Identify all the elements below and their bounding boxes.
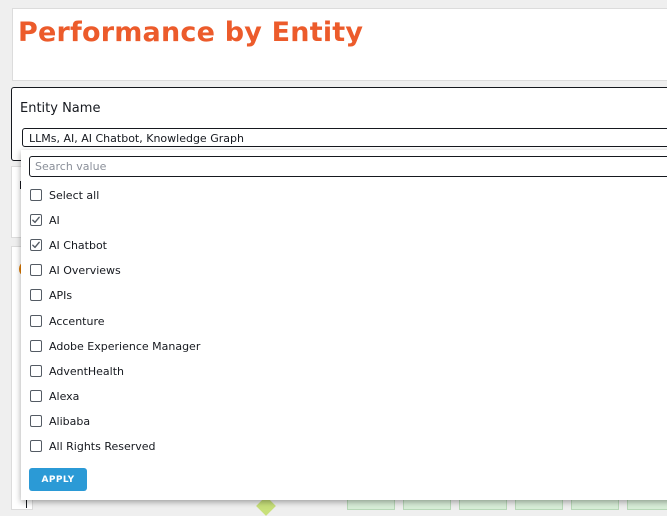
checkbox[interactable] xyxy=(30,315,42,327)
option-label: Alibaba xyxy=(49,414,91,428)
checkbox[interactable] xyxy=(30,340,42,352)
option-alibaba[interactable]: Alibaba xyxy=(30,412,90,430)
option-label: Select all xyxy=(49,188,100,202)
option-select-all[interactable]: Select all xyxy=(30,186,99,204)
checkmark-icon xyxy=(32,216,40,224)
option-label: APIs xyxy=(49,288,73,302)
option-alexa[interactable]: Alexa xyxy=(30,387,79,405)
entity-select[interactable]: LLMs, AI, AI Chatbot, Knowledge Graph xyxy=(22,128,667,147)
option-label: Adobe Experience Manager xyxy=(49,339,201,353)
apply-button[interactable]: APPLY xyxy=(29,468,87,491)
option-ai-chatbot[interactable]: AI Chatbot xyxy=(30,236,107,254)
option-ai[interactable]: AI xyxy=(30,211,60,229)
checkbox[interactable] xyxy=(30,289,42,301)
option-adobe-experience-manager[interactable]: Adobe Experience Manager xyxy=(30,337,200,355)
title-card: Performance by Entity xyxy=(12,8,667,81)
checkbox[interactable] xyxy=(30,440,42,452)
checkbox[interactable] xyxy=(30,264,42,276)
option-label: AI Overviews xyxy=(49,263,121,277)
entity-dropdown-menu: Select all AI AI Chatbot AI Overviews AP… xyxy=(21,150,667,500)
option-label: AI xyxy=(49,213,60,227)
option-ai-overviews[interactable]: AI Overviews xyxy=(30,261,121,279)
checkbox[interactable] xyxy=(30,415,42,427)
option-apis[interactable]: APIs xyxy=(30,286,72,304)
option-label: Alexa xyxy=(49,389,80,403)
option-label: AI Chatbot xyxy=(49,238,107,252)
checkbox[interactable] xyxy=(30,214,42,226)
search-input[interactable] xyxy=(29,156,667,177)
option-label: AdventHealth xyxy=(49,364,124,378)
page-title: Performance by Entity xyxy=(18,17,364,48)
checkbox[interactable] xyxy=(30,239,42,251)
option-label: All Rights Reserved xyxy=(49,439,156,453)
option-adventhealth[interactable]: AdventHealth xyxy=(30,362,124,380)
option-accenture[interactable]: Accenture xyxy=(30,312,105,330)
option-all-rights-reserved[interactable]: All Rights Reserved xyxy=(30,437,156,455)
checkbox[interactable] xyxy=(30,365,42,377)
filter-label: Entity Name xyxy=(20,101,101,116)
checkbox[interactable] xyxy=(30,189,42,201)
checkbox[interactable] xyxy=(30,390,42,402)
option-label: Accenture xyxy=(49,314,105,328)
checkmark-icon xyxy=(32,241,40,249)
